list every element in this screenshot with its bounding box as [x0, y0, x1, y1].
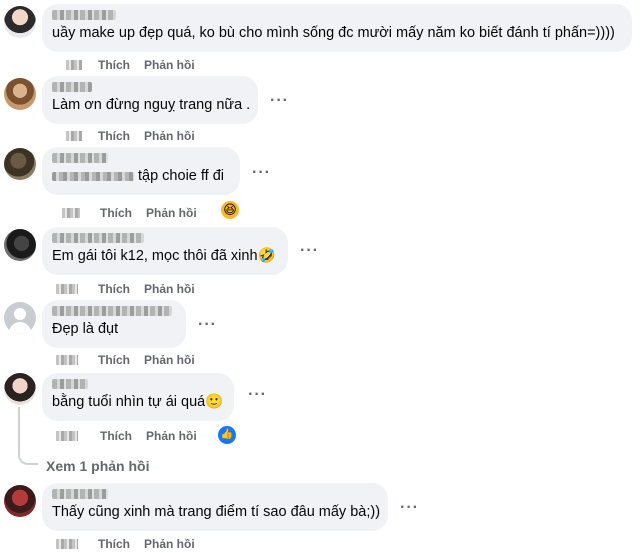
- comment-bubble: Thấy cũng xinh mà trang điểm tí sao đâu …: [42, 483, 388, 531]
- haha-reaction-icon[interactable]: 😆: [221, 201, 239, 219]
- comment-bubble: Đẹp là đụt: [42, 300, 186, 348]
- reply-button[interactable]: Phản hồi: [144, 353, 195, 367]
- comment-bubble: Làm ơn đừng nguỵ trang nữa .: [42, 76, 258, 124]
- more-options-icon[interactable]: ···: [198, 317, 217, 333]
- timestamp[interactable]: [56, 431, 78, 441]
- like-button[interactable]: Thích: [98, 353, 130, 367]
- avatar[interactable]: [4, 302, 36, 334]
- comment-bubble: bằng tuổi nhìn tự ái quá🙂: [42, 373, 234, 421]
- avatar[interactable]: [4, 78, 36, 110]
- comment-bubble: Em gái tôi k12, mọc thôi đã xinh🤣: [42, 227, 288, 275]
- comment-bubble: uầy make up đẹp quá, ko bù cho mình sống…: [42, 4, 632, 52]
- comment-text: uầy make up đẹp quá, ko bù cho mình sống…: [52, 25, 615, 41]
- more-options-icon[interactable]: ···: [248, 387, 267, 403]
- comment-text: Em gái tôi k12, mọc thôi đã xinh🤣: [52, 248, 276, 264]
- like-button[interactable]: Thích: [100, 429, 132, 443]
- author-name[interactable]: [52, 379, 88, 389]
- author-name[interactable]: [52, 233, 144, 243]
- avatar[interactable]: [4, 148, 36, 180]
- avatar[interactable]: [4, 229, 36, 261]
- avatar[interactable]: [4, 485, 36, 517]
- comment-text: bằng tuổi nhìn tự ái quá🙂: [52, 394, 224, 410]
- comment-text-content: tập choie ff đi: [138, 168, 224, 184]
- reply-button[interactable]: Phản hồi: [146, 429, 197, 443]
- like-button[interactable]: Thích: [98, 129, 130, 143]
- timestamp[interactable]: [66, 60, 82, 70]
- like-button[interactable]: Thích: [98, 282, 130, 296]
- timestamp[interactable]: [56, 355, 78, 365]
- reply-button[interactable]: Phản hồi: [144, 58, 195, 72]
- comment-text: Đẹp là đụt: [52, 321, 119, 337]
- reply-button[interactable]: Phản hồi: [146, 206, 197, 220]
- more-options-icon[interactable]: ···: [270, 93, 289, 109]
- view-replies-link[interactable]: Xem 1 phản hồi: [46, 458, 149, 474]
- timestamp[interactable]: [56, 284, 78, 294]
- more-options-icon[interactable]: ···: [300, 243, 319, 259]
- like-button[interactable]: Thích: [100, 206, 132, 220]
- comment-bubble: tập choie ff đi: [42, 147, 240, 195]
- like-reaction-icon[interactable]: 👍: [218, 426, 236, 444]
- default-user-body: [9, 322, 31, 334]
- avatar[interactable]: [4, 373, 36, 405]
- author-name[interactable]: [52, 306, 172, 316]
- more-options-icon[interactable]: ···: [400, 500, 419, 516]
- reply-button[interactable]: Phản hồi: [144, 129, 195, 143]
- comment-text: tập choie ff đi: [52, 167, 228, 186]
- author-name[interactable]: [52, 10, 116, 20]
- more-options-icon[interactable]: ···: [252, 165, 271, 181]
- avatar[interactable]: [4, 6, 36, 38]
- blurred-mention: [52, 171, 134, 181]
- timestamp[interactable]: [62, 208, 80, 218]
- author-name[interactable]: [52, 489, 108, 499]
- comment-text: Làm ơn đừng nguỵ trang nữa .: [52, 97, 251, 113]
- author-name[interactable]: [52, 82, 92, 92]
- timestamp[interactable]: [66, 131, 82, 141]
- thread-elbow: [18, 447, 38, 465]
- comment-text: Thấy cũng xinh mà trang điểm tí sao đâu …: [52, 504, 381, 520]
- like-button[interactable]: Thích: [98, 537, 130, 551]
- reply-button[interactable]: Phản hồi: [144, 282, 195, 296]
- timestamp[interactable]: [56, 539, 78, 549]
- author-name[interactable]: [52, 153, 108, 163]
- like-button[interactable]: Thích: [98, 58, 130, 72]
- reply-button[interactable]: Phản hồi: [144, 537, 195, 551]
- default-user-icon: [14, 308, 26, 320]
